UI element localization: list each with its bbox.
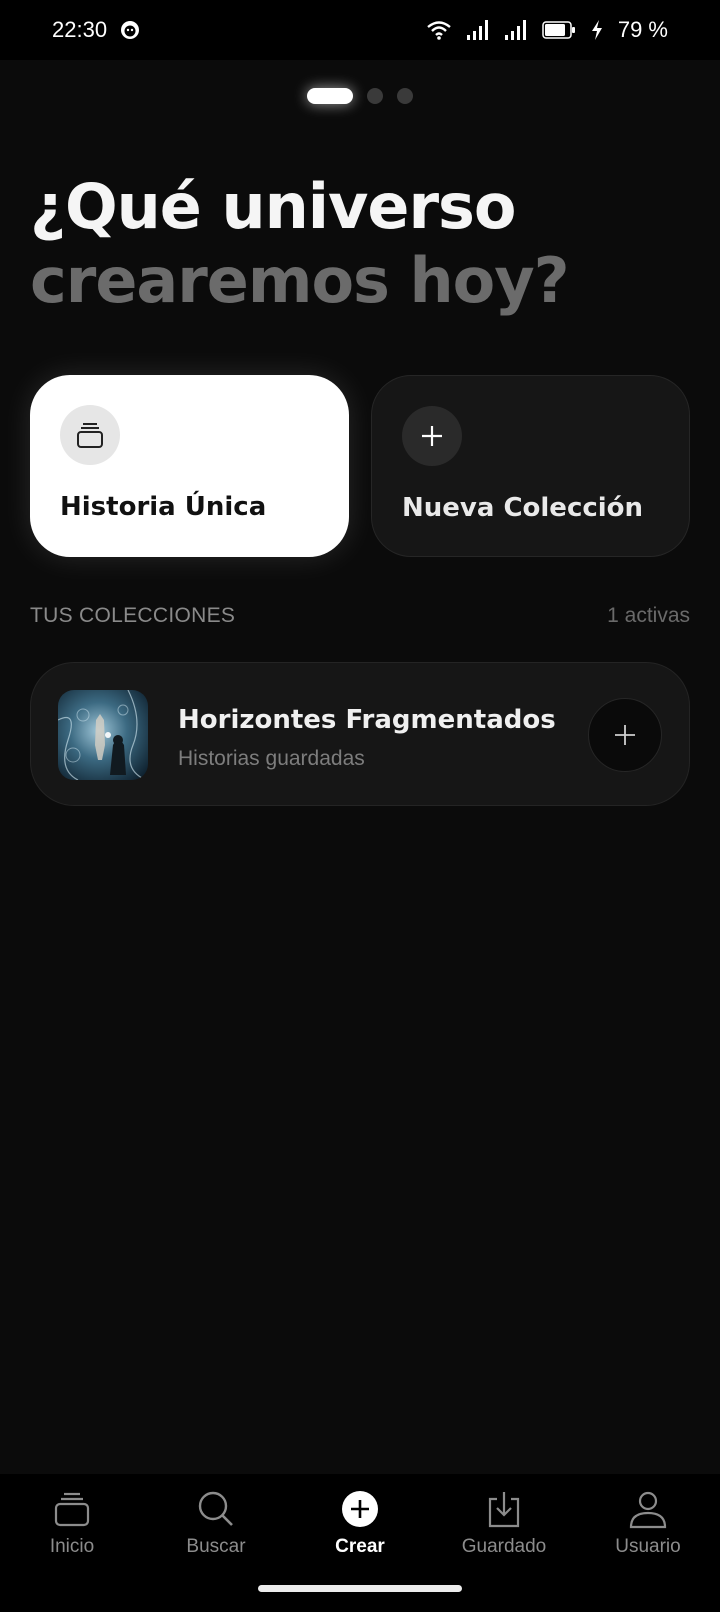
- section-title: TUS COLECCIONES: [30, 604, 236, 627]
- nav-buscar[interactable]: Buscar: [144, 1488, 288, 1558]
- nav-label: Guardado: [461, 1536, 547, 1557]
- signal-icon: [504, 19, 528, 41]
- search-icon: [196, 1488, 236, 1530]
- signal-icon: [466, 19, 490, 41]
- home-indicator[interactable]: [258, 1585, 462, 1592]
- active-count: 1 activas: [607, 604, 690, 627]
- fantasy-scene-image: [58, 690, 148, 780]
- plus-circle-icon: [340, 1488, 380, 1530]
- nav-usuario[interactable]: Usuario: [576, 1488, 720, 1558]
- page-title: ¿Qué universo crearemos hoy?: [30, 170, 570, 318]
- wifi-icon: [426, 19, 452, 41]
- stack-icon: [52, 1488, 92, 1530]
- battery-icon: [542, 20, 576, 40]
- single-story-label: Historia Única: [60, 492, 267, 522]
- app-screen: 22:30 79 % ¿Qué universo crearemos hoy? …: [0, 0, 720, 1612]
- title-line-2: crearemos hoy?: [30, 244, 570, 317]
- nav-guardado[interactable]: Guardado: [432, 1488, 576, 1558]
- collection-title: Horizontes Fragmentados: [178, 705, 556, 735]
- page-dot[interactable]: [367, 88, 383, 104]
- page-indicator[interactable]: [0, 88, 720, 104]
- user-icon: [628, 1488, 668, 1530]
- clock: 22:30: [52, 17, 108, 42]
- nav-label: Crear: [335, 1536, 385, 1557]
- nav-label: Buscar: [186, 1536, 246, 1557]
- single-story-button[interactable]: Historia Única: [30, 375, 349, 557]
- nav-label: Usuario: [615, 1536, 681, 1557]
- collection-subtitle: Historias guardadas: [178, 747, 365, 770]
- battery-percent: 79 %: [617, 17, 668, 42]
- title-line-1: ¿Qué universo: [30, 170, 517, 243]
- face-icon: [119, 19, 141, 41]
- add-to-collection-button[interactable]: [588, 698, 662, 772]
- plus-icon: [402, 406, 462, 466]
- plus-icon: [615, 725, 635, 745]
- nav-label: Inicio: [49, 1536, 95, 1557]
- action-cards: Historia Única Nueva Colección: [30, 375, 690, 557]
- collections-header: TUS COLECCIONES 1 activas: [30, 604, 690, 628]
- stack-icon: [60, 405, 120, 465]
- download-icon: [486, 1488, 522, 1530]
- collection-item[interactable]: Horizontes Fragmentados Historias guarda…: [30, 662, 690, 806]
- new-collection-button[interactable]: Nueva Colección: [371, 375, 690, 557]
- nav-inicio[interactable]: Inicio: [0, 1488, 144, 1558]
- charging-icon: [590, 19, 604, 41]
- status-bar: 22:30 79 %: [0, 0, 720, 60]
- bottom-navigation: Inicio Buscar Crear Guardado Usuario: [0, 1474, 720, 1612]
- nav-crear[interactable]: Crear: [288, 1488, 432, 1558]
- page-dot-active[interactable]: [307, 88, 353, 104]
- page-dot[interactable]: [397, 88, 413, 104]
- new-collection-label: Nueva Colección: [402, 493, 644, 523]
